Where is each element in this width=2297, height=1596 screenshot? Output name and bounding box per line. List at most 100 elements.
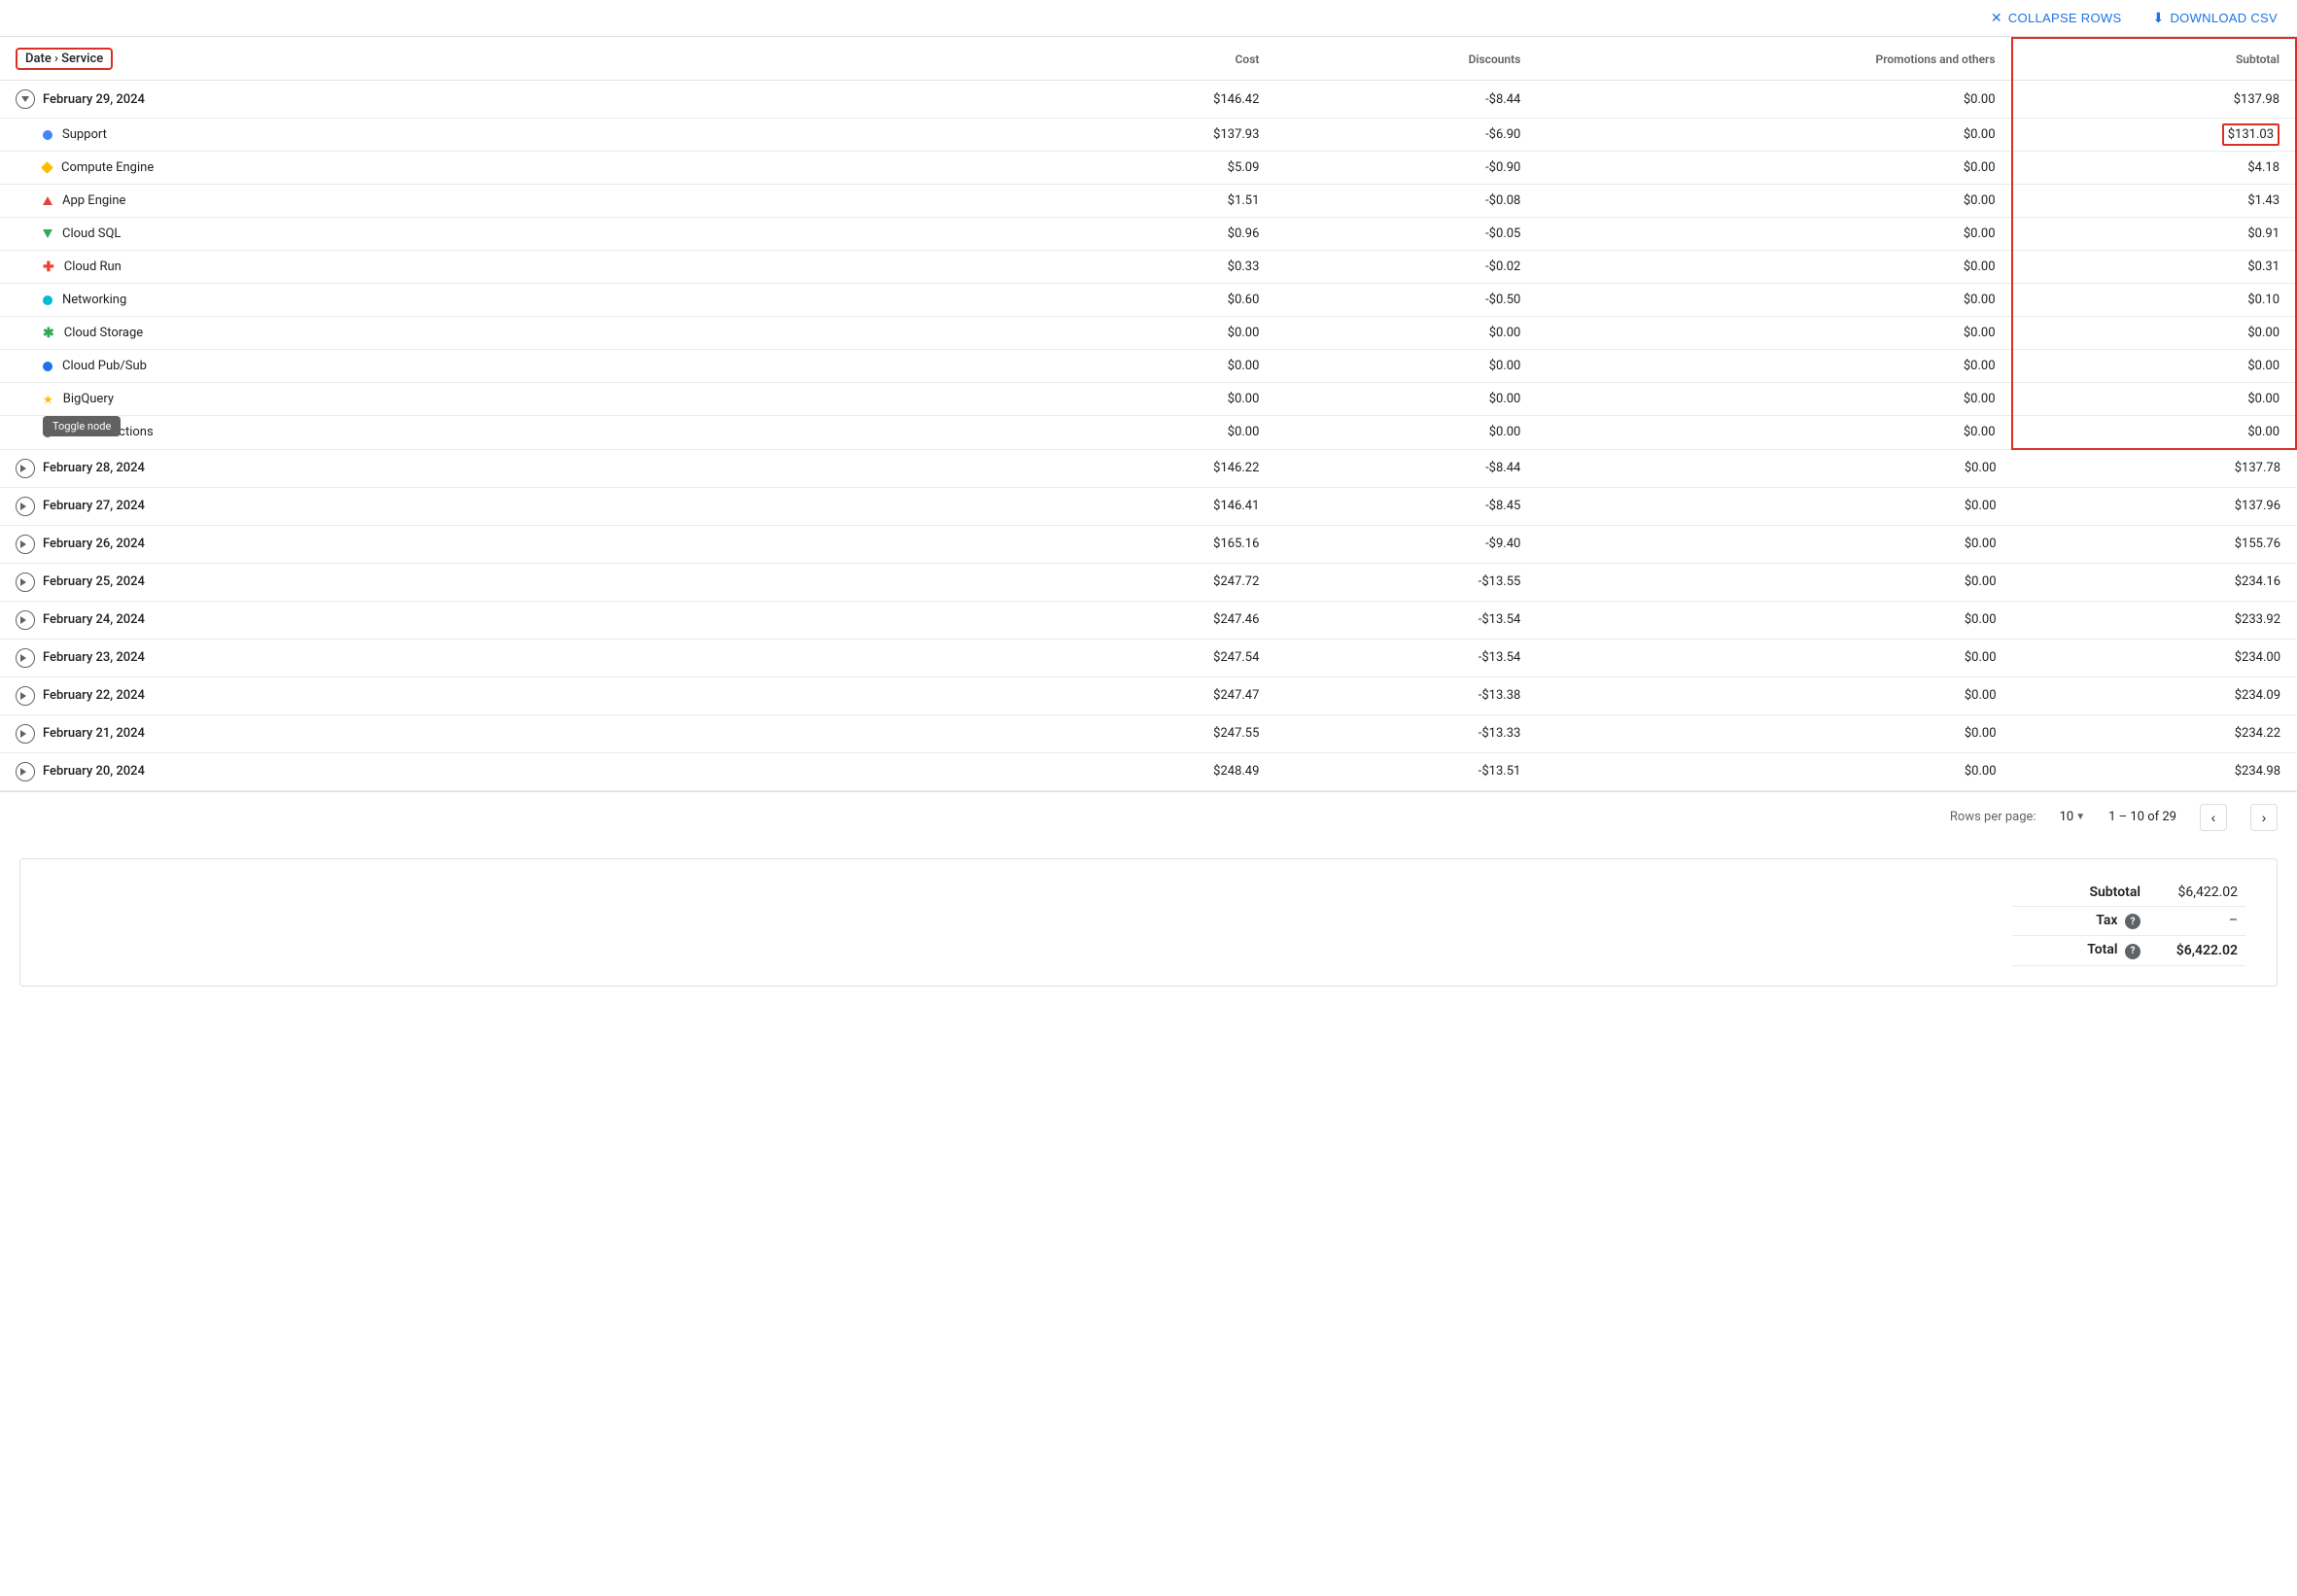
pagination-bar: Rows per page: 10 ▼ 1 – 10 of 29 ‹ › xyxy=(0,791,2297,843)
service-name-label: Cloud Storage xyxy=(64,326,143,340)
date-row-collapsed: February 20, 2024 $248.49 -$13.51 $0.00 … xyxy=(0,752,2296,790)
service-name-cell: App Engine xyxy=(0,185,1033,218)
service-promotions: $0.00 xyxy=(1536,251,2011,284)
service-subtotal: $0.00 xyxy=(2012,383,2296,416)
service-icon xyxy=(43,362,52,371)
expand-button[interactable] xyxy=(16,762,35,781)
next-page-button[interactable]: › xyxy=(2250,804,2278,831)
chevron-right-icon xyxy=(20,616,30,624)
date-row-collapsed: February 23, 2024 $247.54 -$13.54 $0.00 … xyxy=(0,639,2296,677)
row-subtotal: $234.16 xyxy=(2012,563,2296,601)
row-discounts: -$13.38 xyxy=(1274,677,1536,714)
date-cell-collapsed: February 23, 2024 xyxy=(0,639,1033,677)
service-subtotal: $0.31 xyxy=(2012,251,2296,284)
row-promotions: $0.00 xyxy=(1536,601,2011,639)
date-label: February 25, 2024 xyxy=(43,574,145,589)
expand-button[interactable] xyxy=(16,648,35,668)
expand-button[interactable] xyxy=(16,724,35,744)
expand-button[interactable] xyxy=(16,686,35,706)
chevron-down-icon xyxy=(21,96,29,102)
service-icon xyxy=(43,130,52,140)
date-label: February 20, 2024 xyxy=(43,764,145,779)
service-name-cell: Support xyxy=(0,119,1033,152)
service-promotions: $0.00 xyxy=(1536,350,2011,383)
promotions-feb29: $0.00 xyxy=(1536,81,2011,119)
service-discounts: -$0.08 xyxy=(1274,185,1536,218)
expand-button[interactable] xyxy=(16,610,35,630)
total-summary-row: Total ? $6,422.02 xyxy=(2012,936,2245,966)
service-name-label: Cloud Run xyxy=(64,260,122,274)
service-name-cell: ★ BigQuery xyxy=(0,383,1033,416)
service-promotions: $0.00 xyxy=(1536,317,2011,350)
subtotal-feb29: $137.98 xyxy=(2012,81,2296,119)
service-row: ✱ Cloud Storage $0.00 $0.00 $0.00 $0.00 xyxy=(0,317,2296,350)
rows-per-page-select[interactable]: 10 ▼ xyxy=(2060,810,2086,824)
row-cost: $146.41 xyxy=(1033,487,1275,525)
row-discounts: -$13.55 xyxy=(1274,563,1536,601)
service-discounts: $0.00 xyxy=(1274,416,1536,450)
row-promotions: $0.00 xyxy=(1536,677,2011,714)
row-subtotal: $234.98 xyxy=(2012,752,2296,790)
date-service-label: Date › Service xyxy=(16,48,113,70)
tax-info-icon[interactable]: ? xyxy=(2125,914,2140,929)
service-row: Cloud SQL $0.96 -$0.05 $0.00 $0.91 xyxy=(0,218,2296,251)
collapse-rows-button[interactable]: ✕ COLLAPSE ROWS xyxy=(1991,10,2122,26)
service-discounts: $0.00 xyxy=(1274,317,1536,350)
date-row-collapsed: February 25, 2024 $247.72 -$13.55 $0.00 … xyxy=(0,563,2296,601)
date-cell-collapsed: February 28, 2024 xyxy=(0,449,1033,487)
date-row-collapsed: February 24, 2024 $247.46 -$13.54 $0.00 … xyxy=(0,601,2296,639)
service-name-label: Cloud SQL xyxy=(62,226,121,241)
subtotal-header: Subtotal xyxy=(2012,38,2296,81)
chevron-right-icon xyxy=(20,540,30,548)
service-name-cell: ✚ Cloud Run xyxy=(0,251,1033,284)
date-label: February 23, 2024 xyxy=(43,650,145,665)
expand-button[interactable] xyxy=(16,497,35,516)
download-csv-button[interactable]: ⬇ DOWNLOAD CSV xyxy=(2152,10,2278,26)
expand-button[interactable] xyxy=(16,535,35,554)
service-discounts: -$6.90 xyxy=(1274,119,1536,152)
row-promotions: $0.00 xyxy=(1536,752,2011,790)
date-row-collapsed: February 21, 2024 $247.55 -$13.33 $0.00 … xyxy=(0,714,2296,752)
download-icon: ⬇ xyxy=(2152,10,2164,26)
collapse-rows-label: COLLAPSE ROWS xyxy=(2008,11,2122,25)
subtotal-summary-label: Subtotal xyxy=(2012,879,2148,907)
date-cell-collapsed: February 24, 2024 xyxy=(0,601,1033,639)
row-discounts: -$8.44 xyxy=(1274,449,1536,487)
row-subtotal: $234.09 xyxy=(2012,677,2296,714)
chevron-right-icon xyxy=(20,654,30,662)
discounts-header: Discounts xyxy=(1274,38,1536,81)
expand-button-feb29[interactable] xyxy=(16,89,35,109)
expand-button[interactable] xyxy=(16,459,35,478)
chevron-right-icon xyxy=(20,730,30,738)
service-subtotal: $0.00 xyxy=(2012,350,2296,383)
promotions-header: Promotions and others xyxy=(1536,38,2011,81)
cost-feb29: $146.42 xyxy=(1033,81,1275,119)
date-label: February 26, 2024 xyxy=(43,537,145,551)
date-row-collapsed: February 27, 2024 $146.41 -$8.45 $0.00 $… xyxy=(0,487,2296,525)
service-subtotal: $0.00 xyxy=(2012,416,2296,450)
row-subtotal: $233.92 xyxy=(2012,601,2296,639)
service-subtotal: $131.03 xyxy=(2012,119,2296,152)
service-discounts: -$0.02 xyxy=(1274,251,1536,284)
row-promotions: $0.00 xyxy=(1536,525,2011,563)
service-cost: $0.00 xyxy=(1033,317,1275,350)
prev-page-button[interactable]: ‹ xyxy=(2200,804,2227,831)
service-promotions: $0.00 xyxy=(1536,152,2011,185)
row-promotions: $0.00 xyxy=(1536,449,2011,487)
row-discounts: -$13.54 xyxy=(1274,601,1536,639)
service-row: ★ BigQuery $0.00 $0.00 $0.00 $0.00 xyxy=(0,383,2296,416)
service-name-label: BigQuery xyxy=(63,392,114,406)
service-cost: $0.96 xyxy=(1033,218,1275,251)
date-cell-collapsed: February 21, 2024 xyxy=(0,714,1033,752)
rows-per-page-label: Rows per page: xyxy=(1950,810,2036,824)
total-info-icon[interactable]: ? xyxy=(2125,944,2140,959)
row-discounts: -$8.45 xyxy=(1274,487,1536,525)
date-cell-collapsed: February 20, 2024 xyxy=(0,752,1033,790)
row-discounts: -$13.51 xyxy=(1274,752,1536,790)
row-subtotal: $234.22 xyxy=(2012,714,2296,752)
row-cost: $247.55 xyxy=(1033,714,1275,752)
service-discounts: $0.00 xyxy=(1274,350,1536,383)
row-cost: $165.16 xyxy=(1033,525,1275,563)
discounts-feb29: -$8.44 xyxy=(1274,81,1536,119)
expand-button[interactable] xyxy=(16,572,35,592)
